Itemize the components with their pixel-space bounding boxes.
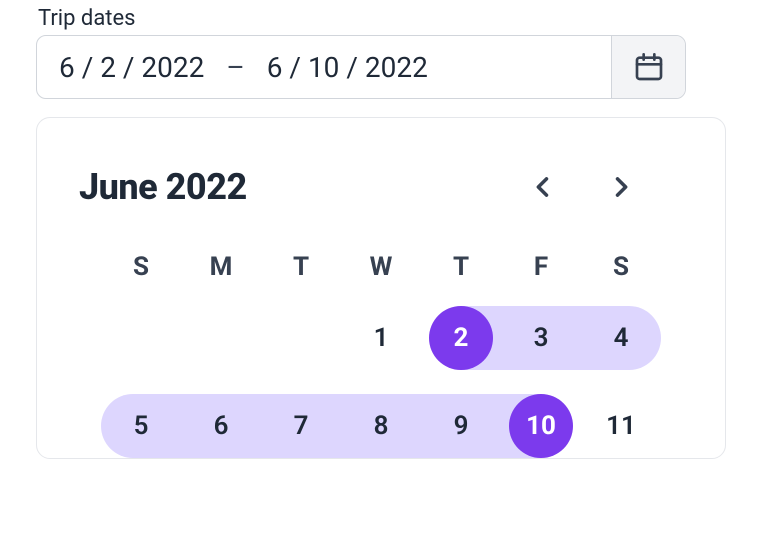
calendar-month-title: June 2022 — [79, 166, 247, 208]
calendar-day-number: 4 — [614, 323, 629, 353]
calendar-day[interactable]: 4 — [581, 306, 661, 370]
calendar-day-number: 5 — [134, 411, 149, 441]
calendar-cell-empty — [101, 306, 181, 370]
calendar-day[interactable]: 11 — [581, 394, 661, 458]
calendar-day[interactable]: 1 — [341, 306, 421, 370]
chevron-right-icon — [607, 173, 635, 201]
trip-dates-input[interactable]: 6 / 2 / 2022 – 6 / 10 / 2022 — [36, 35, 686, 99]
start-year[interactable]: 2022 — [141, 51, 204, 84]
field-label: Trip dates — [38, 6, 726, 31]
calendar-toggle-button[interactable] — [611, 36, 685, 98]
calendar-cell-empty — [261, 306, 341, 370]
start-month[interactable]: 6 — [59, 51, 75, 84]
end-year[interactable]: 2022 — [365, 51, 428, 84]
end-month[interactable]: 6 — [267, 51, 283, 84]
chevron-left-icon — [529, 173, 557, 201]
weekday-header: S — [581, 252, 661, 282]
weekday-header: F — [501, 252, 581, 282]
calendar-day-number: 11 — [606, 411, 636, 441]
range-separator: – — [204, 51, 266, 84]
weekday-header: W — [341, 252, 421, 282]
calendar-day-number: 8 — [374, 411, 389, 441]
calendar-cell-empty — [181, 306, 261, 370]
calendar-day-number: 10 — [526, 411, 556, 441]
date-range-display[interactable]: 6 / 2 / 2022 – 6 / 10 / 2022 — [37, 36, 611, 98]
calendar-day-number: 1 — [374, 323, 389, 353]
calendar-day[interactable]: 2 — [421, 306, 501, 370]
calendar-day[interactable]: 9 — [421, 394, 501, 458]
next-month-button[interactable] — [603, 169, 639, 205]
weekday-header: T — [261, 252, 341, 282]
calendar-day[interactable]: 10 — [501, 394, 581, 458]
weekday-header: M — [181, 252, 261, 282]
calendar-day[interactable]: 3 — [501, 306, 581, 370]
start-day[interactable]: 2 — [100, 51, 116, 84]
calendar-day-number: 7 — [294, 411, 309, 441]
calendar-day[interactable]: 5 — [101, 394, 181, 458]
calendar-day-number: 2 — [454, 323, 469, 353]
calendar-popover: June 2022 SMTWTFS1234567891011 — [36, 117, 726, 459]
weekday-header: T — [421, 252, 501, 282]
calendar-day-number: 3 — [534, 323, 549, 353]
calendar-day[interactable]: 7 — [261, 394, 341, 458]
weekday-header: S — [101, 252, 181, 282]
calendar-day-number: 6 — [214, 411, 229, 441]
calendar-grid: SMTWTFS1234567891011 — [71, 252, 691, 458]
end-day[interactable]: 10 — [308, 51, 339, 84]
calendar-day-number: 9 — [454, 411, 469, 441]
calendar-day[interactable]: 6 — [181, 394, 261, 458]
calendar-day[interactable]: 8 — [341, 394, 421, 458]
prev-month-button[interactable] — [525, 169, 561, 205]
calendar-icon — [633, 51, 665, 83]
